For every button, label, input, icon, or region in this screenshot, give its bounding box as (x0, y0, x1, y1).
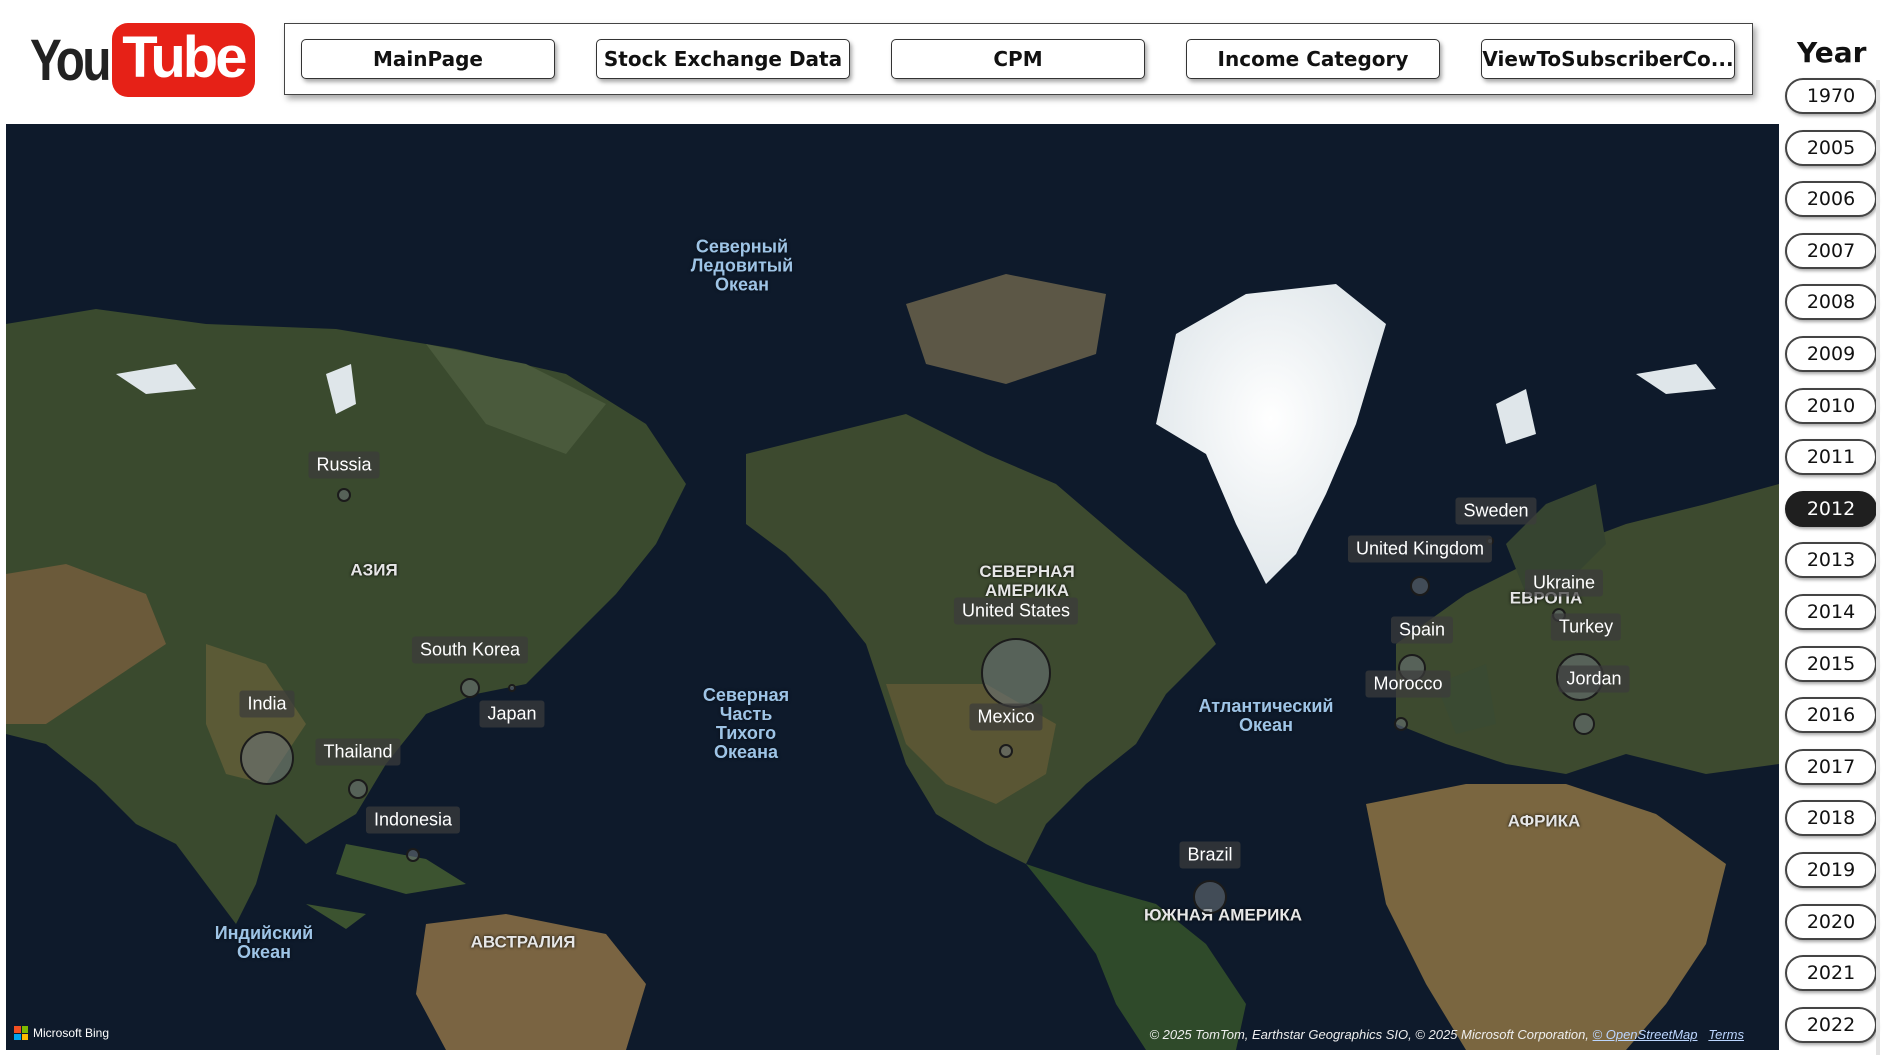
bing-logo: Microsoft Bing (14, 1026, 109, 1040)
country-label: India (239, 690, 295, 718)
country-label: Indonesia (365, 806, 461, 834)
continent-label: АВСТРАЛИЯ (470, 932, 576, 952)
map-bubble-japan[interactable] (508, 684, 516, 692)
year-option-2006[interactable]: 2006 (1785, 181, 1877, 218)
view-to-subscriber-button[interactable]: ViewToSubscriberCo... (1481, 39, 1735, 79)
year-option-2013[interactable]: 2013 (1785, 542, 1877, 579)
country-label: South Korea (411, 636, 529, 664)
ocean-label: Северный Ледовитый Океан (690, 236, 794, 295)
terms-link[interactable]: Terms (1708, 1027, 1744, 1042)
year-option-2005[interactable]: 2005 (1785, 129, 1877, 166)
mainpage-button[interactable]: MainPage (301, 39, 555, 79)
year-option-2007[interactable]: 2007 (1785, 232, 1877, 269)
map-attribution: © 2025 TomTom, Earthstar Geographics SIO… (1149, 1027, 1744, 1042)
stock-exchange-data-button[interactable]: Stock Exchange Data (596, 39, 850, 79)
map-bubble-south-korea[interactable] (460, 678, 480, 698)
cpm-button[interactable]: CPM (891, 39, 1145, 79)
year-option-2015[interactable]: 2015 (1785, 645, 1877, 682)
map-bubble-thailand[interactable] (348, 779, 368, 799)
year-option-2017[interactable]: 2017 (1785, 748, 1877, 785)
year-option-2020[interactable]: 2020 (1785, 903, 1877, 940)
country-label: Thailand (315, 738, 401, 766)
map-bubble-india[interactable] (240, 731, 294, 785)
map-bubble-brazil[interactable] (1193, 880, 1227, 914)
openstreetmap-link[interactable]: © OpenStreetMap (1593, 1027, 1698, 1042)
year-option-2021[interactable]: 2021 (1785, 955, 1877, 992)
year-slicer-title: Year (1797, 36, 1867, 69)
year-option-2016[interactable]: 2016 (1785, 697, 1877, 734)
country-label: Spain (1390, 616, 1454, 644)
year-option-2011[interactable]: 2011 (1785, 439, 1877, 476)
continent-label: АЗИЯ (350, 560, 398, 580)
year-option-1970[interactable]: 1970 (1785, 78, 1877, 114)
year-option-2012[interactable]: 2012 (1785, 490, 1877, 527)
country-label: Morocco (1365, 670, 1451, 698)
ocean-label: Северная Часть Тихого Океана (702, 685, 790, 762)
income-category-button[interactable]: Income Category (1186, 39, 1440, 79)
slicer-scrollbar[interactable] (1876, 80, 1880, 1055)
country-label: Turkey (1550, 613, 1622, 641)
ocean-label: Индийский Океан (214, 923, 314, 962)
country-label: United States (953, 597, 1079, 625)
year-option-2008[interactable]: 2008 (1785, 284, 1877, 321)
map-provider-label: Microsoft Bing (33, 1026, 110, 1040)
map-bubble-morocco[interactable] (1394, 717, 1408, 731)
continent-label: АФРИКА (1507, 811, 1581, 831)
microsoft-logo-icon (14, 1026, 28, 1040)
navigation-bar: MainPage Stock Exchange Data CPM Income … (284, 23, 1753, 95)
year-slicer: 1970 2005 2006 2007 2008 2009 2010 2011 2012 2013… (1785, 78, 1879, 1058)
map-bubble-mexico[interactable] (999, 744, 1013, 758)
map-bubble-indonesia[interactable] (406, 848, 420, 862)
year-option-2022[interactable]: 2022 (1785, 1006, 1877, 1043)
map-bubble-united-states[interactable] (981, 638, 1051, 708)
map-visual[interactable]: Северный Ледовитый Океан Северная Часть … (6, 124, 1779, 1050)
country-label: Ukraine (1524, 569, 1604, 597)
country-label: Japan (479, 700, 545, 728)
continent-label: ЮЖНАЯ АМЕРИКА (1144, 905, 1302, 925)
year-option-2010[interactable]: 2010 (1785, 387, 1877, 424)
map-bubble-united-kingdom[interactable] (1410, 576, 1430, 596)
attribution-text: © 2025 TomTom, Earthstar Geographics SIO… (1149, 1027, 1589, 1042)
country-label: United Kingdom (1347, 535, 1493, 563)
year-option-2014[interactable]: 2014 (1785, 593, 1877, 630)
map-background (6, 124, 1779, 1050)
map-bubble-russia[interactable] (337, 488, 351, 502)
country-label: Sweden (1455, 497, 1537, 525)
year-option-2018[interactable]: 2018 (1785, 800, 1877, 837)
country-label: Russia (308, 451, 380, 479)
country-label: Brazil (1179, 841, 1241, 869)
year-option-2019[interactable]: 2019 (1785, 851, 1877, 888)
youtube-logo: You Tube (30, 22, 255, 98)
ocean-label: Атлантический Океан (1198, 696, 1334, 735)
map-bubble-jordan[interactable] (1573, 713, 1595, 735)
continent-label: СЕВЕРНАЯ АМЕРИКА (979, 562, 1075, 600)
logo-text-tube: Tube (112, 23, 255, 97)
country-label: Jordan (1558, 665, 1630, 693)
country-label: Mexico (969, 703, 1043, 731)
logo-text-you: You (30, 27, 111, 93)
year-option-2009[interactable]: 2009 (1785, 335, 1877, 372)
